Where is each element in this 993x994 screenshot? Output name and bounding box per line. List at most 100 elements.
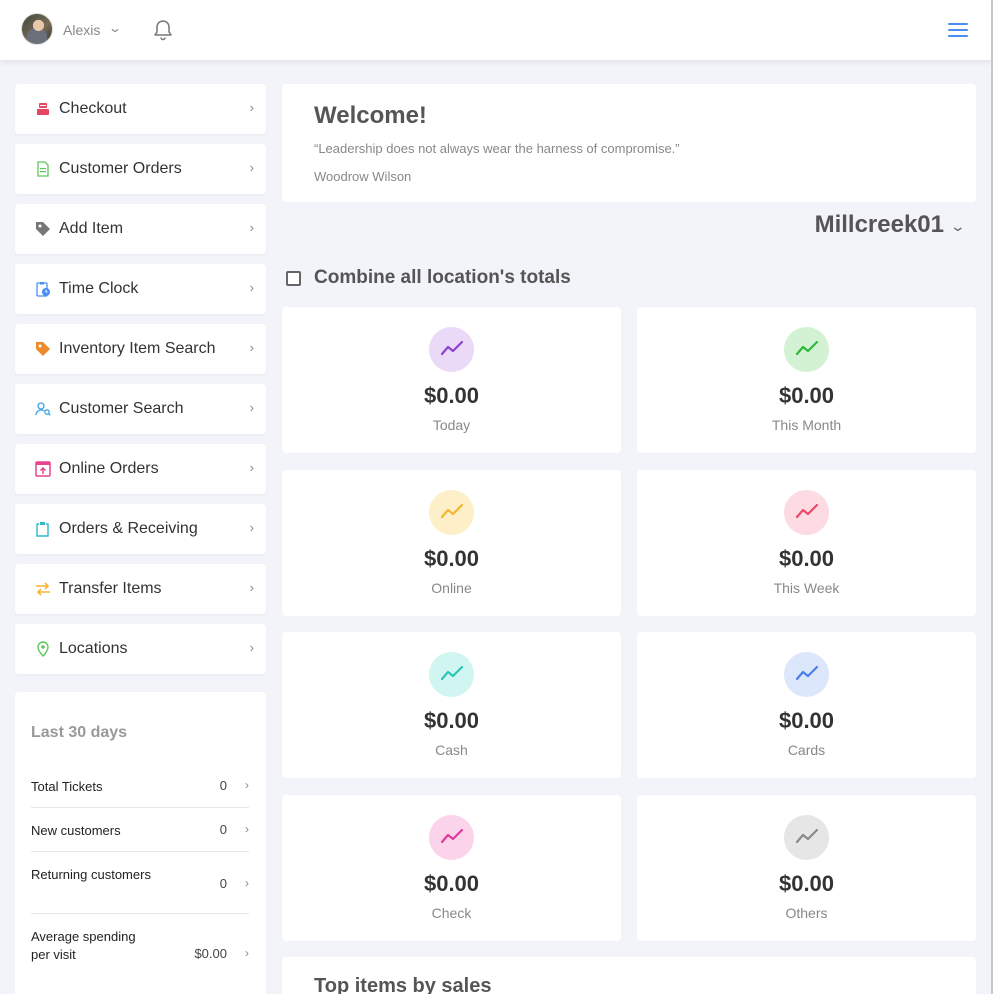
stat-row-average-spending[interactable]: Average spending per visit $0.00 › xyxy=(31,914,249,990)
welcome-quote: “Leadership does not always wear the har… xyxy=(314,141,680,156)
sidebar-item-label: Orders & Receiving xyxy=(59,520,198,537)
stat-row-returning-customers[interactable]: Returning customers 0 › xyxy=(31,852,249,914)
chevron-right-icon: › xyxy=(249,400,254,415)
tile-label: Check xyxy=(431,905,472,921)
chevron-right-icon: › xyxy=(245,876,249,890)
location-selector[interactable]: Millcreek01 xyxy=(815,211,944,239)
clipboard-icon xyxy=(36,522,49,537)
tile-online[interactable]: $0.00 Online xyxy=(282,470,621,616)
chevron-right-icon: › xyxy=(249,160,254,175)
combine-totals-checkbox[interactable] xyxy=(286,271,301,286)
chevron-down-icon[interactable]: ⌄ xyxy=(950,218,966,235)
tile-amount: $0.00 xyxy=(778,871,835,896)
tile-amount: $0.00 xyxy=(778,383,835,408)
trend-icon xyxy=(429,652,474,697)
tile-others[interactable]: $0.00 Others xyxy=(637,795,976,941)
chevron-right-icon: › xyxy=(249,340,254,355)
sidebar-item-orders-receiving[interactable]: Orders & Receiving › xyxy=(15,504,266,554)
welcome-card: Welcome! “Leadership does not always wea… xyxy=(282,84,976,202)
tile-label: Others xyxy=(785,905,828,921)
map-pin-icon xyxy=(37,641,49,657)
sidebar-item-checkout[interactable]: Checkout › xyxy=(15,84,266,134)
chevron-right-icon: › xyxy=(249,520,254,535)
tile-label: Cash xyxy=(435,742,468,758)
stat-value: 0 xyxy=(219,778,227,793)
chevron-right-icon: › xyxy=(249,100,254,115)
tile-amount: $0.00 xyxy=(423,708,480,733)
sidebar-item-online-orders[interactable]: Online Orders › xyxy=(15,444,266,494)
tile-cards[interactable]: $0.00 Cards xyxy=(637,632,976,778)
trend-icon xyxy=(429,815,474,860)
sidebar-item-time-clock[interactable]: Time Clock › xyxy=(15,264,266,314)
user-name[interactable]: Alexis xyxy=(63,22,100,38)
stat-value: 0 xyxy=(219,822,227,837)
combine-totals-label[interactable]: Combine all location's totals xyxy=(314,267,571,289)
trend-icon xyxy=(784,815,829,860)
sidebar-item-label: Locations xyxy=(59,640,128,657)
tile-today[interactable]: $0.00 Today xyxy=(282,307,621,453)
sidebar-item-label: Checkout xyxy=(59,100,127,117)
upload-box-icon xyxy=(35,461,51,477)
stats-title: Last 30 days xyxy=(31,724,128,741)
tile-this-week[interactable]: $0.00 This Week xyxy=(637,470,976,616)
transfer-arrows-icon xyxy=(36,582,50,596)
stat-label: New customers xyxy=(31,823,121,838)
tile-label: Online xyxy=(431,580,472,596)
avatar[interactable] xyxy=(21,13,53,45)
trend-icon xyxy=(784,327,829,372)
tile-label: Today xyxy=(432,417,471,433)
tile-cash[interactable]: $0.00 Cash xyxy=(282,632,621,778)
chevron-right-icon: › xyxy=(245,946,249,960)
stats-card: Last 30 days Total Tickets 0 › New custo… xyxy=(15,692,266,994)
quote-author: Woodrow Wilson xyxy=(314,169,412,184)
sidebar-item-transfer-items[interactable]: Transfer Items › xyxy=(15,564,266,614)
trend-icon xyxy=(429,327,474,372)
top-items-card: Top items by sales xyxy=(282,957,976,994)
sidebar-item-label: Online Orders xyxy=(59,460,159,477)
chevron-right-icon: › xyxy=(249,220,254,235)
bell-icon[interactable] xyxy=(151,18,175,42)
sidebar-item-customer-orders[interactable]: Customer Orders › xyxy=(15,144,266,194)
tile-amount: $0.00 xyxy=(423,546,480,571)
sidebar-item-customer-search[interactable]: Customer Search › xyxy=(15,384,266,434)
sidebar-item-label: Add Item xyxy=(59,220,124,237)
stat-row-new-customers[interactable]: New customers 0 › xyxy=(31,808,249,852)
sidebar-item-label: Transfer Items xyxy=(59,580,162,597)
stat-label: Total Tickets xyxy=(31,779,103,794)
stat-row-total-tickets[interactable]: Total Tickets 0 › xyxy=(31,764,249,808)
sidebar-item-label: Time Clock xyxy=(59,280,139,297)
sidebar-item-label: Inventory Item Search xyxy=(59,340,216,357)
trend-icon xyxy=(784,490,829,535)
register-icon xyxy=(37,103,49,115)
trend-icon xyxy=(784,652,829,697)
tile-amount: $0.00 xyxy=(423,383,480,408)
tile-label: Cards xyxy=(787,742,826,758)
chevron-right-icon: › xyxy=(249,580,254,595)
welcome-title: Welcome! xyxy=(314,102,427,129)
user-search-icon xyxy=(35,402,51,416)
sidebar-item-inventory-item-search[interactable]: Inventory Item Search › xyxy=(15,324,266,374)
sidebar-item-label: Customer Search xyxy=(59,400,184,417)
chevron-down-icon[interactable]: ⌄ xyxy=(108,21,122,35)
sidebar-item-locations[interactable]: Locations › xyxy=(15,624,266,674)
clipboard-clock-icon xyxy=(36,282,50,297)
chevron-right-icon: › xyxy=(249,460,254,475)
tag-search-icon xyxy=(36,342,50,356)
tile-amount: $0.00 xyxy=(423,871,480,896)
tile-amount: $0.00 xyxy=(778,546,835,571)
chevron-right-icon: › xyxy=(249,280,254,295)
hamburger-icon[interactable] xyxy=(948,23,968,37)
tile-this-month[interactable]: $0.00 This Month xyxy=(637,307,976,453)
tile-label: This Week xyxy=(773,580,840,596)
chevron-right-icon: › xyxy=(245,822,249,836)
chevron-right-icon: › xyxy=(249,640,254,655)
chevron-right-icon: › xyxy=(245,778,249,792)
sidebar-item-add-item[interactable]: Add Item › xyxy=(15,204,266,254)
top-bar: Alexis ⌄ xyxy=(0,0,993,60)
sidebar-item-label: Customer Orders xyxy=(59,160,182,177)
trend-icon xyxy=(429,490,474,535)
section-title: Top items by sales xyxy=(314,975,492,994)
tile-label: This Month xyxy=(771,417,842,433)
stat-value: 0 xyxy=(219,876,227,891)
tile-check[interactable]: $0.00 Check xyxy=(282,795,621,941)
